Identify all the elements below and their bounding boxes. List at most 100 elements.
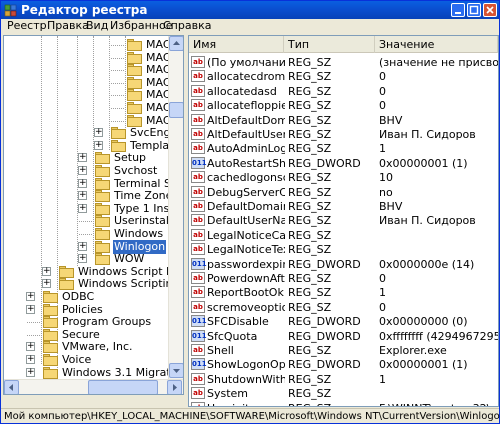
list-item[interactable]: ab System REG_SZ bbox=[189, 386, 498, 401]
list-item[interactable]: ab ReportBootOk REG_SZ 1 bbox=[189, 285, 498, 300]
minimize-icon bbox=[455, 12, 461, 14]
list-item[interactable]: 011passwordexpirywa...REG_DWORD 0x0000000… bbox=[189, 257, 498, 272]
string-value-icon: ab bbox=[191, 99, 205, 112]
window-title: Редактор реестра bbox=[21, 3, 148, 17]
expand-toggle[interactable]: + bbox=[42, 279, 51, 289]
status-path: Мой компьютер\HKEY_LOCAL_MACHINE\SOFTWAR… bbox=[4, 411, 500, 422]
list-item[interactable]: abUserinitREG_SZF:\WINNT\system32\userin… bbox=[189, 401, 498, 406]
list-item[interactable]: ab(По умолчанию)REG_SZ (значение не присв… bbox=[189, 55, 498, 70]
expand-toggle[interactable]: + bbox=[78, 178, 87, 188]
list-item[interactable]: ab allocatecdroms REG_SZ 0 bbox=[189, 69, 498, 84]
tree-line bbox=[111, 120, 124, 122]
value-type: REG_SZ bbox=[288, 344, 332, 357]
title-bar[interactable]: Редактор реестра bbox=[1, 1, 499, 19]
list-item[interactable]: 011 SfcQuota REG_DWORD 0xffffffff (42949672… bbox=[189, 329, 498, 344]
expand-toggle[interactable]: + bbox=[26, 367, 35, 377]
expand-toggle[interactable]: + bbox=[26, 342, 35, 352]
scroll-left-button[interactable] bbox=[4, 380, 19, 394]
string-value-icon: ab bbox=[191, 171, 205, 184]
expand-toggle[interactable]: + bbox=[78, 153, 87, 163]
expand-toggle[interactable]: + bbox=[42, 266, 51, 276]
string-value-icon: ab bbox=[191, 272, 205, 284]
minimize-button[interactable] bbox=[451, 3, 465, 17]
list-item[interactable]: abLegalNoticeCaptionREG_SZ bbox=[189, 228, 498, 243]
menu-edit[interactable]: Правка bbox=[47, 19, 89, 33]
expand-toggle[interactable]: + bbox=[26, 355, 35, 364]
maximize-button[interactable] bbox=[467, 3, 481, 17]
value-data: 1 bbox=[379, 286, 386, 300]
tree-horizontal-scrollbar[interactable] bbox=[4, 379, 183, 394]
scroll-right-button[interactable] bbox=[167, 380, 182, 394]
value-data: 1 bbox=[379, 372, 386, 386]
close-button[interactable] bbox=[483, 3, 497, 17]
column-type[interactable]: Тип bbox=[284, 36, 375, 53]
expand-toggle[interactable]: + bbox=[26, 292, 35, 301]
menu-view[interactable]: Вид bbox=[86, 19, 108, 33]
list-item[interactable]: ab Shell REG_SZ Explorer.exe bbox=[189, 343, 498, 358]
list-item[interactable]: abscremoveoptionREG_SZ 0 bbox=[189, 300, 498, 315]
list-item[interactable]: abAltDefaultDomain...REG_SZ BHV bbox=[189, 113, 498, 128]
registry-tree[interactable]: MAC MAC MAC MAC MAC MAC MAC + SvcEngs + Template + S… bbox=[3, 35, 184, 395]
string-value-icon: ab bbox=[191, 286, 205, 299]
expand-toggle[interactable]: + bbox=[94, 128, 103, 138]
status-bar: Мой компьютер\HKEY_LOCAL_MACHINE\SOFTWAR… bbox=[1, 408, 500, 423]
list-item[interactable]: abAutoAdminLogonREG_SZ 1 bbox=[189, 141, 498, 156]
value-data: no bbox=[379, 185, 393, 199]
binary-value-icon: 011 bbox=[191, 257, 207, 270]
list-item[interactable]: abDebugServerCom...REG_SZ no bbox=[189, 185, 498, 200]
value-name: ShowLogonOptions bbox=[207, 358, 285, 372]
list-item[interactable]: abAltDefaultUserNameREG_SZ Иван П. Сидоро… bbox=[189, 127, 498, 142]
value-type: REG_SZ bbox=[288, 128, 332, 141]
expand-toggle[interactable]: + bbox=[26, 304, 35, 314]
column-name[interactable]: Имя bbox=[189, 36, 284, 53]
value-name: allocatefloppies bbox=[207, 99, 285, 113]
list-item[interactable]: abDefaultUserNameREG_SZ Иван П. Сидоров bbox=[189, 213, 498, 228]
expand-toggle[interactable]: + bbox=[78, 191, 87, 201]
expand-toggle[interactable]: + bbox=[78, 254, 87, 264]
value-name: LegalNoticeText bbox=[207, 243, 285, 257]
scroll-up-button[interactable] bbox=[169, 36, 183, 51]
string-value-icon: ab bbox=[191, 142, 205, 155]
expand-toggle[interactable]: + bbox=[78, 241, 87, 251]
list-item[interactable]: abcachedlogonscountREG_SZ 10 bbox=[189, 170, 498, 185]
list-item[interactable]: abLegalNoticeTextREG_SZ bbox=[189, 242, 498, 257]
registry-editor-icon bbox=[4, 4, 17, 17]
list-item[interactable]: abDefaultDomainNameREG_SZ BHV bbox=[189, 199, 498, 214]
list-item[interactable]: abShutdownWithout...REG_SZ 1 bbox=[189, 372, 498, 387]
scroll-thumb[interactable] bbox=[169, 102, 183, 118]
column-value[interactable]: Значение bbox=[375, 36, 498, 53]
value-name: LegalNoticeCaption bbox=[207, 228, 285, 242]
value-type: REG_SZ bbox=[288, 200, 332, 213]
scroll-down-button[interactable] bbox=[169, 363, 183, 378]
expand-toggle[interactable]: + bbox=[78, 203, 87, 213]
value-name: AltDefaultDomain... bbox=[207, 113, 285, 127]
binary-value-icon: 011 bbox=[191, 315, 207, 328]
menu-registry[interactable]: Реестр bbox=[7, 19, 47, 33]
list-item[interactable]: ab allocatedasd REG_SZ 0 bbox=[189, 84, 498, 99]
arrow-right-icon bbox=[173, 384, 177, 391]
value-data: BHV bbox=[379, 200, 403, 213]
expand-toggle[interactable]: + bbox=[78, 166, 87, 175]
string-value-icon: ab bbox=[191, 228, 205, 241]
list-item[interactable]: 011ShowLogonOptionsREG_DWORD 0x00000001 (… bbox=[189, 357, 498, 372]
tree-line bbox=[79, 221, 92, 223]
arrow-up-icon bbox=[173, 41, 180, 45]
menu-help[interactable]: Справка bbox=[163, 19, 211, 33]
value-data: 0x00000001 (1) bbox=[379, 358, 468, 372]
menu-bar: Реестр Правка Вид Избранное Справка bbox=[1, 19, 499, 33]
tree-vertical-scrollbar[interactable] bbox=[168, 36, 183, 379]
value-type: REG_DWORD bbox=[288, 257, 361, 271]
value-type: REG_SZ bbox=[288, 372, 332, 386]
value-data: (значение не присвоено) bbox=[379, 56, 498, 69]
value-type: REG_SZ bbox=[288, 243, 332, 257]
tree-item-label[interactable]: Windows 3.1 Migration S bbox=[61, 366, 183, 380]
list-item[interactable]: abPowerdownAfter...REG_SZ 0 bbox=[189, 271, 498, 286]
list-item[interactable]: 011 SFCDisable REG_DWORD 0x00000000 (0) bbox=[189, 314, 498, 329]
value-data: 0 bbox=[379, 300, 386, 314]
expand-toggle[interactable]: + bbox=[94, 140, 103, 150]
value-type: REG_SZ bbox=[288, 142, 332, 156]
list-item[interactable]: ab allocatefloppies REG_SZ 0 bbox=[189, 98, 498, 113]
list-item[interactable]: 011AutoRestartShellREG_DWORD 0x00000001 (… bbox=[189, 156, 498, 171]
scroll-thumb[interactable] bbox=[88, 380, 158, 394]
values-list[interactable]: Имя Тип Значение ab(По умолчанию)REG_SZ(… bbox=[188, 35, 499, 407]
